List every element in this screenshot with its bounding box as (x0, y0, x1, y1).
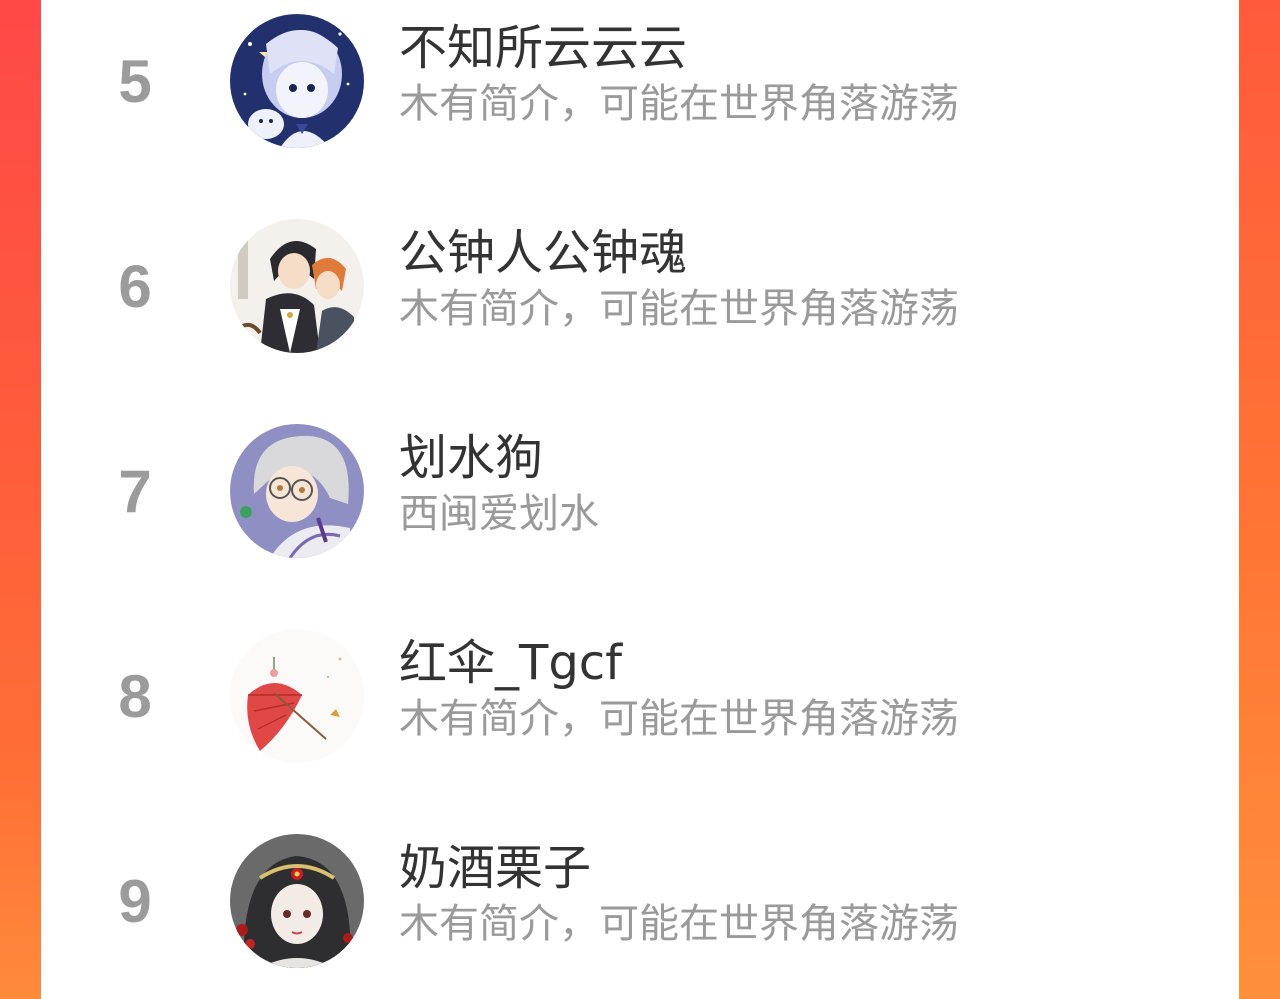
rank-number: 8 (118, 663, 152, 730)
ranking-list-item[interactable]: 7 划水狗 西闽爱划水 (41, 410, 1239, 570)
rank-number: 6 (118, 253, 152, 320)
rank-number: 9 (118, 868, 152, 935)
user-bio: 木有简介，可能在世界角落游荡 (399, 696, 959, 742)
anime-boy-glasses-avatar-icon[interactable] (230, 424, 364, 558)
anime-couple-avatar-icon[interactable] (230, 219, 364, 353)
ranking-list-panel: 5 不知所云云云 木有简介，可能在世界角落游荡 6 公钟人公钟魂 木有简介，可能… (41, 0, 1239, 999)
user-name[interactable]: 划水狗 (399, 430, 543, 486)
red-umbrella-avatar-icon[interactable] (230, 629, 364, 763)
ranking-list-item[interactable]: 9 奶酒栗子 木有简介，可能在世界角落游荡 (41, 820, 1239, 980)
user-name[interactable]: 不知所云云云 (399, 20, 687, 76)
user-name[interactable]: 奶酒栗子 (399, 840, 591, 896)
user-bio: 木有简介，可能在世界角落游荡 (399, 901, 959, 947)
ranking-list-item[interactable]: 6 公钟人公钟魂 木有简介，可能在世界角落游荡 (41, 205, 1239, 365)
rank-number: 7 (118, 458, 152, 525)
user-bio: 木有简介，可能在世界角落游荡 (399, 286, 959, 332)
anime-girl-headdress-avatar-icon[interactable] (230, 834, 364, 968)
ranking-list-item[interactable]: 5 不知所云云云 木有简介，可能在世界角落游荡 (41, 0, 1239, 160)
user-bio: 西闽爱划水 (399, 491, 599, 537)
anime-girl-avatar-icon[interactable] (230, 14, 364, 148)
user-bio: 木有简介，可能在世界角落游荡 (399, 81, 959, 127)
user-name[interactable]: 公钟人公钟魂 (399, 225, 687, 281)
rank-number: 5 (118, 48, 152, 115)
background-edge (1238, 0, 1280, 999)
user-name[interactable]: 红伞_Tgcf (399, 635, 622, 691)
ranking-list-item[interactable]: 8 红伞_Tgcf 木有简介，可能在世界角落游荡 (41, 615, 1239, 775)
